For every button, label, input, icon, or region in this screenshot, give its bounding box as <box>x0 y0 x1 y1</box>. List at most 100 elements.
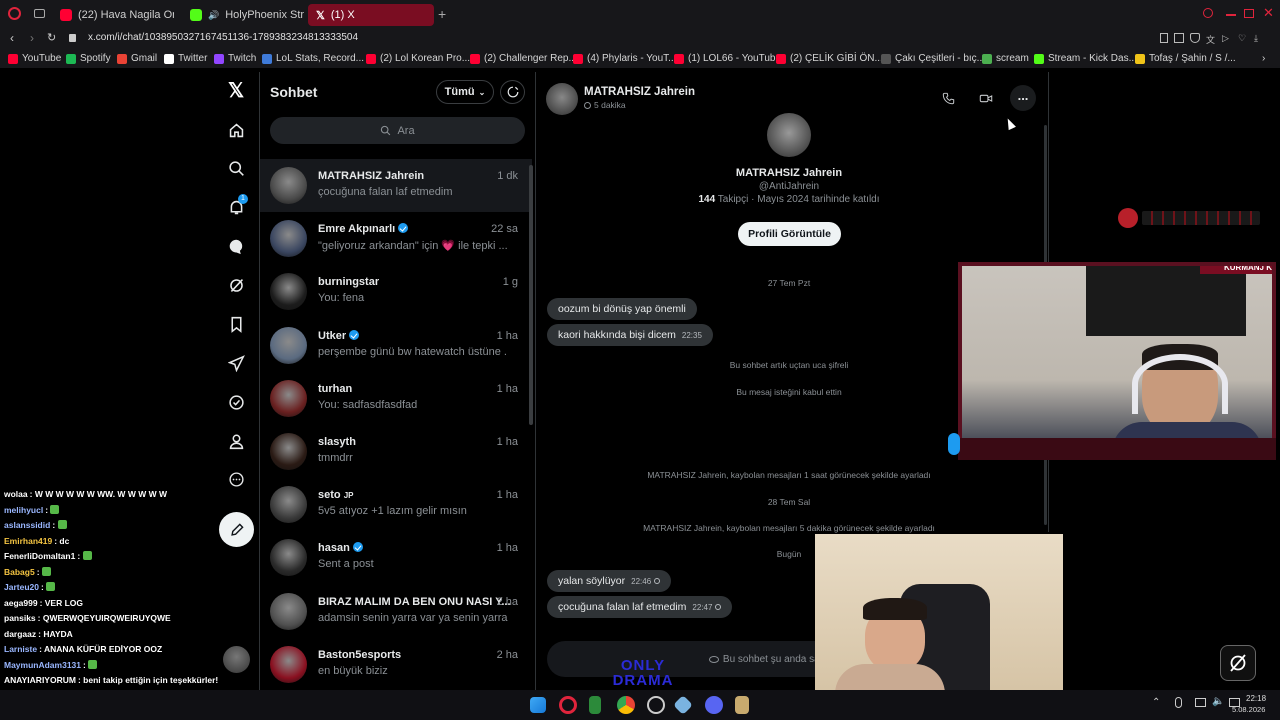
name-text: seto <box>318 489 341 502</box>
heart-icon[interactable]: ♡ <box>1238 33 1248 43</box>
tab-x[interactable]: 𝕏 (1) X <box>308 4 434 26</box>
close-window-button[interactable]: ✕ <box>1263 5 1274 21</box>
url-field[interactable]: x.com/i/chat/1038950327167451136-1789383… <box>88 32 358 43</box>
shield-icon[interactable] <box>1190 33 1200 43</box>
profile-icon[interactable] <box>226 431 246 451</box>
minimize-button[interactable] <box>1226 14 1236 16</box>
search-tabs-icon[interactable] <box>1203 8 1213 18</box>
video-call-button[interactable] <box>976 88 996 108</box>
windows-start-icon[interactable] <box>530 697 546 713</box>
file-taskbar-icon[interactable] <box>589 696 601 714</box>
mic-icon[interactable] <box>1175 697 1182 708</box>
more-icon[interactable] <box>226 469 246 489</box>
conversation-name[interactable]: MATRAHSIZ Jahrein <box>584 86 695 98</box>
conversation-item[interactable]: Emre Akpınarlı 22 sa "geliyoruz arkandan" … <box>260 212 532 265</box>
bookmark-label: Gmail <box>131 53 158 64</box>
emote-icon <box>82 551 92 560</box>
bookmarks-icon[interactable] <box>226 314 246 334</box>
conversation-item[interactable]: burningstar 1 g You: fena <box>260 265 532 318</box>
name-text: MATRAHSIZ Jahrein <box>318 170 425 182</box>
conversation-item[interactable]: hasan 1 ha Sent a post <box>260 531 532 584</box>
search-input[interactable]: Ara <box>270 117 525 144</box>
bookmark-item[interactable]: Stream - Kick Das... <box>1034 53 1137 64</box>
x-logo-icon[interactable]: 𝕏 <box>226 80 246 102</box>
bookmark-item[interactable]: (1) LOL66 - YouTube <box>674 53 781 64</box>
download-icon[interactable]: ⤓ <box>1254 33 1264 43</box>
account-avatar[interactable] <box>223 646 250 673</box>
bookmark-item[interactable]: Çakı Çeşitleri - bıç... <box>881 53 985 64</box>
opera-taskbar-icon[interactable] <box>559 696 577 714</box>
home-icon[interactable] <box>226 120 246 140</box>
chatgpt-taskbar-icon[interactable] <box>647 696 665 714</box>
conversation-item[interactable]: Utker 1 ha perşembe günü bw hatewatch üstü… <box>260 319 532 372</box>
monitor-icon[interactable] <box>1195 698 1206 707</box>
notifications-icon[interactable]: 1 <box>226 194 248 217</box>
view-profile-button[interactable]: Profili Görüntüle <box>738 222 841 246</box>
person-hair <box>863 598 927 620</box>
clock-date[interactable]: 5.08.2026 <box>1232 705 1265 714</box>
conversation-item[interactable]: MATRAHSIZ Jahrein 1 dk çocuğuna falan laf … <box>260 159 532 212</box>
emote-icon <box>41 566 51 576</box>
bookmark-item[interactable]: (2) Challenger Rep... <box>470 53 577 64</box>
communities-rocket-icon[interactable] <box>226 353 246 373</box>
bookmark-toolbar-icon[interactable] <box>1160 33 1168 43</box>
messages-icon[interactable] <box>226 236 246 256</box>
clock-time[interactable]: 22:18 <box>1246 694 1266 703</box>
bookmark-item[interactable]: (2) ÇELİK GİBİ ÖN... <box>776 53 883 64</box>
chat-username: ANAYIARIYORUM <box>4 675 76 685</box>
discord-taskbar-icon[interactable] <box>705 696 723 714</box>
message-bubble[interactable]: çocuğuna falan laf etmedim 22:47 <box>547 596 733 618</box>
new-chat-button[interactable] <box>500 80 525 104</box>
new-tab-button[interactable]: + <box>438 6 446 22</box>
conversation-item[interactable]: seto JP 1 ha 5v5 atıyoz +1 lazım gelir mıs… <box>260 478 532 531</box>
chevron-down-icon: ⌄ <box>478 87 486 97</box>
screenshot-icon[interactable] <box>1174 33 1184 43</box>
scrollbar-thumb[interactable] <box>529 165 533 425</box>
play-icon[interactable]: ▷ <box>1222 33 1232 43</box>
translate-icon[interactable]: 文 <box>1206 33 1216 45</box>
workspaces-icon[interactable] <box>34 9 45 18</box>
profile-avatar[interactable] <box>767 113 811 157</box>
reload-icon[interactable]: ↻ <box>47 31 56 44</box>
conversation-item[interactable]: BIRAZ MALIM DA BEN ONU NASI Y... 2 ha adam… <box>260 585 532 638</box>
tab-label: HolyPhoenix Stream - <box>225 9 304 21</box>
chrome-taskbar-icon[interactable] <box>617 696 635 714</box>
forward-icon[interactable]: › <box>30 31 34 45</box>
volume-icon[interactable]: 🔈 <box>1212 696 1224 707</box>
bookmarks-overflow-icon[interactable]: › <box>1262 53 1265 64</box>
tray-up-icon[interactable]: ⌃ <box>1152 697 1160 708</box>
message-bubble[interactable]: oozum bi dönüş yap önemli <box>547 298 697 320</box>
conversation-item[interactable]: Baston5esports 2 ha en büyük biziz <box>260 638 532 691</box>
search-icon[interactable] <box>226 158 246 178</box>
opera-logo-icon[interactable] <box>8 7 21 20</box>
bookmark-item[interactable]: (2) Lol Korean Pro... <box>366 53 470 64</box>
bookmark-item[interactable]: Twitter <box>164 53 207 64</box>
back-icon[interactable]: ‹ <box>10 31 14 45</box>
conversation-item[interactable]: turhan 1 ha You: sadfasdfasdfad <box>260 372 532 425</box>
disappearing-timer: 5 dakika <box>584 100 626 110</box>
bookmark-item[interactable]: Gmail <box>117 53 157 64</box>
message-bubble[interactable]: yalan söylüyor 22:46 <box>547 570 672 592</box>
grok-icon[interactable] <box>226 275 246 295</box>
tab-holyphoenix-stream[interactable]: 🔊 HolyPhoenix Stream - <box>182 4 304 26</box>
compose-post-button[interactable] <box>219 512 254 547</box>
conversation-header-avatar[interactable] <box>546 83 578 115</box>
more-options-button[interactable]: ... <box>1010 85 1036 111</box>
verified-icon[interactable] <box>226 392 246 412</box>
league-taskbar-icon[interactable] <box>735 696 749 714</box>
bookmark-favicon-icon <box>1034 53 1044 64</box>
conversation-item[interactable]: slasyth 1 ha tmmdrr <box>260 425 532 478</box>
chat-username: dargaaz <box>4 628 37 639</box>
bookmark-item[interactable]: (4) Phylaris - YouT... <box>573 53 676 64</box>
bookmark-item[interactable]: scream <box>982 53 1029 64</box>
bookmark-item[interactable]: Twitch <box>214 53 256 64</box>
bookmark-item[interactable]: Tofaş / Şahin / S /... <box>1135 53 1236 64</box>
call-button[interactable] <box>938 88 958 108</box>
bookmark-item[interactable]: YouTube <box>8 53 61 64</box>
maximize-button[interactable] <box>1244 9 1254 18</box>
tab-hava-nagila[interactable]: (22) Hava Nagila Original - <box>52 4 174 26</box>
filter-dropdown[interactable]: Tümü ⌄ <box>436 80 494 104</box>
message-bubble[interactable]: kaori hakkında bişi dicem 22:35 <box>547 324 713 346</box>
bookmark-item[interactable]: Spotify <box>66 53 111 64</box>
bookmark-item[interactable]: LoL Stats, Record... <box>262 53 364 64</box>
